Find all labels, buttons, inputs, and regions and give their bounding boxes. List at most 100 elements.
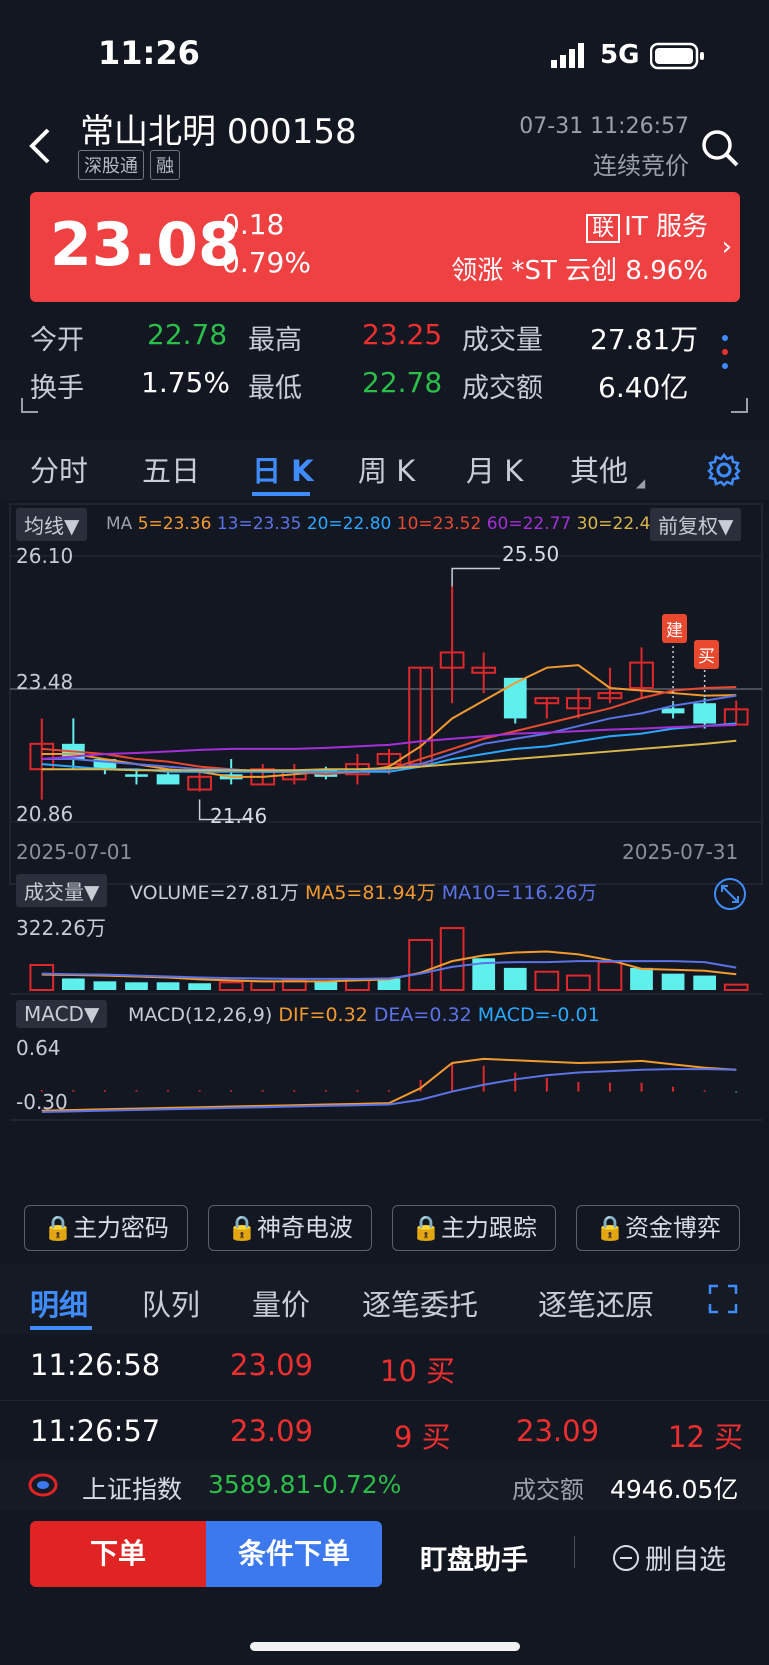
leader-label: 领涨: [451, 256, 504, 286]
macd-value: MACD=-0.01: [477, 1004, 600, 1026]
ma-dropdown[interactable]: 均线▼: [16, 508, 88, 541]
status-time: 11:26: [98, 34, 200, 72]
tick-volume: 10 买: [380, 1354, 456, 1388]
open-label: 今开: [30, 325, 84, 356]
minus-circle-icon: [613, 1544, 639, 1571]
tab-monthly-k[interactable]: 月 K: [466, 448, 523, 490]
leader-name: *ST 云创: [511, 256, 618, 286]
macd-y-top: 0.64: [16, 1036, 61, 1060]
macd-dif: DIF=0.32: [278, 1004, 368, 1026]
signal-build-marker[interactable]: 建: [662, 614, 687, 643]
kline-frame: [9, 503, 763, 885]
min-price-label: 21.46: [210, 804, 268, 828]
macd-params: MACD(12,26,9): [128, 1004, 273, 1026]
feature-main-code-button[interactable]: 🔒主力密码: [24, 1205, 188, 1251]
macd-dea: DEA=0.32: [373, 1004, 472, 1026]
tab-order-by-order[interactable]: 逐笔委托: [362, 1282, 478, 1324]
volume-bar: [188, 983, 211, 990]
expand-corner-icon[interactable]: [20, 398, 40, 418]
ma5-value: 5=23.36: [137, 514, 212, 534]
volume-total: VOLUME=27.81万: [130, 882, 299, 904]
index-amount-label: 成交额: [512, 1476, 584, 1504]
expand-corner-icon[interactable]: [729, 398, 749, 418]
tab-daily-k[interactable]: 日 K: [252, 448, 314, 490]
order-button[interactable]: 下单: [30, 1521, 206, 1587]
expand-icon[interactable]: [708, 1284, 738, 1318]
feature-track-button[interactable]: 🔒主力跟踪: [392, 1205, 556, 1251]
low-value: 22.78: [362, 366, 443, 399]
macd-dif-line: [41, 1057, 737, 1112]
triangle-icon: ◢: [636, 476, 646, 490]
watch-assistant-button[interactable]: 盯盘助手: [420, 1538, 528, 1577]
tab-queue[interactable]: 队列: [142, 1282, 200, 1324]
conditional-order-button[interactable]: 条件下单: [206, 1521, 382, 1587]
date-start: 2025-07-01: [16, 840, 133, 864]
y-axis-mid: 23.48: [16, 670, 74, 694]
price-change: 0.18: [222, 208, 285, 241]
volume-bar: [693, 975, 717, 990]
chevron-right-icon[interactable]: ›: [722, 232, 732, 262]
date-end: 2025-07-31: [622, 840, 739, 864]
sector-label[interactable]: 联 IT 服务: [586, 206, 708, 243]
tick-price: 23.09: [230, 1414, 314, 1448]
volume-y-top: 322.26万: [16, 916, 106, 940]
tick-time: 11:26:58: [30, 1348, 161, 1382]
index-value: 3589.81: [208, 1470, 312, 1499]
search-icon[interactable]: [700, 128, 740, 172]
quote-datetime: 07-31 11:26:57: [519, 114, 689, 139]
kline-chart[interactable]: 均线▼ MA 5=23.36 13=23.35 20=22.80 10=23.5…: [0, 500, 769, 1190]
candle-body: [156, 774, 180, 785]
macd-dropdown[interactable]: MACD▼: [16, 1000, 108, 1028]
feature-label: 神奇电波: [256, 1214, 353, 1242]
battery-icon: [649, 42, 706, 74]
tab-intraday[interactable]: 分时: [30, 448, 88, 490]
stock-title: 常山北明 000158: [80, 104, 357, 153]
adjust-dropdown[interactable]: 前复权▼: [650, 508, 742, 541]
volume-bar: [125, 982, 148, 990]
volume-value: 27.81万: [590, 323, 699, 356]
volume-bar: [408, 938, 433, 991]
gear-icon[interactable]: [706, 452, 742, 492]
candle-body: [125, 774, 148, 777]
quote-banner[interactable]: 23.08 0.18 0.79% 联 IT 服务 领涨 *ST 云创 8.96% …: [30, 192, 740, 302]
tick-price: 23.09: [516, 1414, 600, 1448]
volume-bar: [723, 983, 749, 991]
more-dots-icon[interactable]: [718, 332, 732, 380]
volume-bar: [597, 961, 623, 991]
volume-bar: [29, 963, 55, 991]
tag-hk-connect: 深股通: [78, 150, 144, 180]
feature-wave-button[interactable]: 🔒神奇电波: [208, 1205, 372, 1251]
index-strip[interactable]: 上证指数 3589.81 -0.72% 成交额 4946.05亿: [0, 1460, 769, 1510]
macd-legend: MACD(12,26,9) DIF=0.32 DEA=0.32 MACD=-0.…: [128, 1004, 600, 1026]
period-tabs: 分时 五日 日 K 周 K 月 K 其他 ◢: [0, 440, 769, 500]
feature-capital-button[interactable]: 🔒资金博弈: [576, 1205, 740, 1251]
fullscreen-icon[interactable]: [712, 876, 748, 916]
stock-code: 000158: [226, 112, 357, 152]
turnover-value: 1.75%: [141, 366, 230, 399]
tab-other[interactable]: 其他: [570, 448, 628, 490]
feature-label: 主力跟踪: [440, 1214, 537, 1242]
tab-detail[interactable]: 明细: [30, 1282, 88, 1324]
volume-ma5: MA5=81.94万: [304, 882, 436, 904]
volume-bar: [503, 967, 527, 990]
back-icon[interactable]: [26, 126, 54, 170]
remove-label: 删自选: [645, 1545, 727, 1576]
tab-tick-restore[interactable]: 逐笔还原: [538, 1282, 654, 1324]
tick-time: 11:26:57: [30, 1414, 161, 1448]
tab-five-day[interactable]: 五日: [142, 448, 200, 490]
trading-state: 连续竞价: [593, 152, 689, 180]
tab-volume-price[interactable]: 量价: [252, 1282, 310, 1324]
last-price: 23.08: [50, 210, 240, 280]
volume-bar: [314, 981, 338, 990]
remove-watchlist-button[interactable]: 删自选: [612, 1538, 726, 1577]
sector-badge: 联: [586, 214, 621, 243]
lock-icon: 🔒: [411, 1214, 441, 1242]
low-label: 最低: [248, 373, 302, 404]
ma60-value: 60=22.77: [486, 514, 572, 534]
tab-weekly-k[interactable]: 周 K: [358, 448, 415, 490]
leader-pct: 8.96%: [625, 256, 708, 286]
tab-underline: [252, 492, 310, 496]
volume-dropdown[interactable]: 成交量▼: [16, 874, 108, 907]
signal-buy-marker[interactable]: 买: [694, 640, 719, 669]
price-change-pct: 0.79%: [222, 246, 311, 279]
